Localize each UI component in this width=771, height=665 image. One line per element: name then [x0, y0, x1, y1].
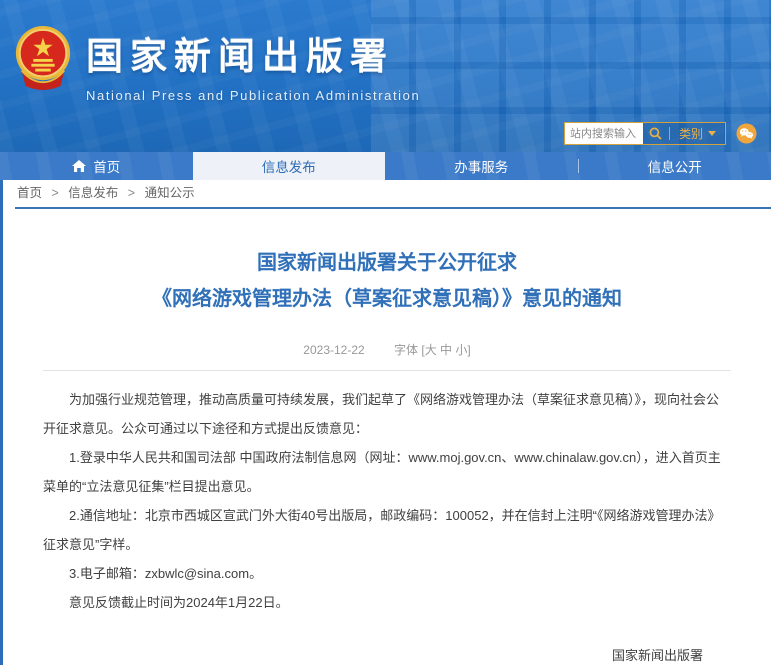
article-body: 为加强行业规范管理，推动高质量可持续发展，我们起草了《网络游戏管理办法（草案征求… [43, 385, 731, 617]
nav-item-label: 办事服务 [454, 156, 508, 176]
breadcrumb-separator: > [128, 186, 135, 200]
nav-item-services[interactable]: 办事服务 [385, 152, 578, 180]
breadcrumb-notices[interactable]: 通知公示 [145, 186, 195, 200]
publish-date: 2023-12-22 [303, 343, 364, 357]
nav-item-disclosure[interactable]: 信息公开 [579, 152, 771, 180]
breadcrumb-rule [15, 207, 771, 209]
breadcrumb-news[interactable]: 信息发布 [68, 186, 118, 200]
font-size-switcher[interactable]: 字体 [大 中 小] [394, 343, 471, 357]
article-title-line1: 国家新闻出版署关于公开征求 [43, 245, 731, 281]
nav-item-label: 信息公开 [648, 156, 702, 176]
nav-item-news[interactable]: 信息发布 [193, 152, 386, 180]
paragraph: 为加强行业规范管理，推动高质量可持续发展，我们起草了《网络游戏管理办法（草案征求… [43, 385, 731, 443]
search-input[interactable] [565, 123, 643, 144]
search-button[interactable] [643, 123, 669, 144]
header-tools: 类别 [564, 122, 757, 145]
signature-org: 国家新闻出版署 [43, 641, 703, 665]
national-emblem-logo [12, 24, 74, 90]
category-label: 类别 [679, 125, 703, 142]
nav-item-label: 信息发布 [262, 156, 316, 176]
breadcrumb: 首页 > 信息发布 > 通知公示 [3, 180, 771, 207]
nav-item-label: 首页 [93, 156, 120, 176]
article-title-line2: 《网络游戏管理办法（草案征求意见稿）》意见的通知 [43, 281, 731, 317]
nav-item-home[interactable]: 首页 [0, 152, 193, 180]
content-area: 首页 > 信息发布 > 通知公示 国家新闻出版署关于公开征求 《网络游戏管理办法… [0, 180, 771, 665]
main-nav: 首页 信息发布 办事服务 信息公开 [0, 152, 771, 180]
home-icon [72, 160, 86, 172]
category-dropdown[interactable]: 类别 [670, 123, 725, 144]
wechat-icon[interactable] [736, 123, 757, 144]
paragraph: 意见反馈截止时间为2024年1月22日。 [43, 588, 731, 617]
paragraph: 1.登录中华人民共和国司法部 中国政府法制信息网（网址：www.moj.gov.… [43, 443, 731, 501]
signature-block: 国家新闻出版署 2023年12月22日 [43, 641, 731, 665]
site-title: 国家新闻出版署 [86, 26, 420, 80]
search-icon [649, 127, 662, 140]
article: 国家新闻出版署关于公开征求 《网络游戏管理办法（草案征求意见稿）》意见的通知 2… [3, 245, 771, 665]
site-subtitle: National Press and Publication Administr… [86, 88, 420, 103]
meta-rule [43, 370, 731, 371]
site-header: 国家新闻出版署 National Press and Publication A… [0, 0, 771, 152]
search-widget: 类别 [564, 122, 726, 145]
breadcrumb-separator: > [52, 186, 59, 200]
paragraph: 3.电子邮箱：zxbwlc@sina.com。 [43, 559, 731, 588]
article-meta: 2023-12-22 字体 [大 中 小] [43, 341, 731, 358]
paragraph: 2.通信地址：北京市西城区宣武门外大街40号出版局，邮政编码：100052，并在… [43, 501, 731, 559]
breadcrumb-home[interactable]: 首页 [17, 186, 42, 200]
brand-block: 国家新闻出版署 National Press and Publication A… [86, 26, 420, 103]
article-title: 国家新闻出版署关于公开征求 《网络游戏管理办法（草案征求意见稿）》意见的通知 [43, 245, 731, 317]
chevron-down-icon [708, 131, 716, 136]
